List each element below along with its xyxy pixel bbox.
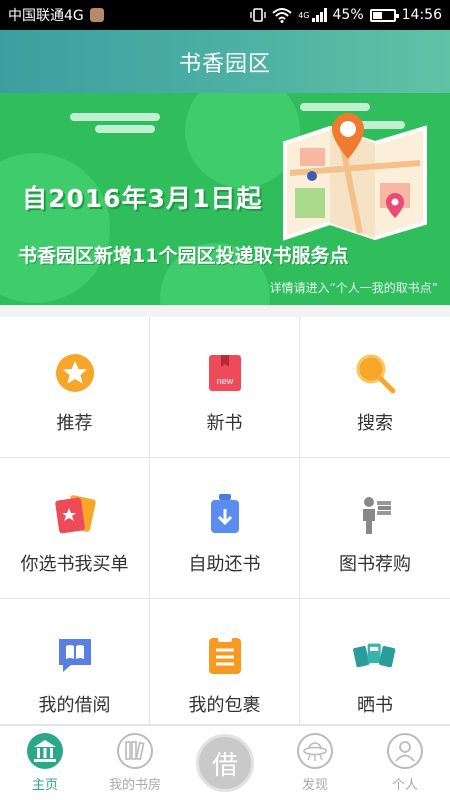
- return-box-icon: [203, 492, 247, 536]
- grid-label: 图书荐购: [339, 554, 411, 575]
- grid-item-self-return[interactable]: 自助还书: [150, 458, 300, 599]
- ufo-icon: [296, 732, 334, 770]
- borrow-button[interactable]: 借: [196, 734, 254, 792]
- grid-item-new-books[interactable]: new 新书: [150, 317, 300, 458]
- grid-label: 新书: [206, 413, 243, 434]
- banner-cloud: [95, 125, 155, 133]
- banner-cloud: [70, 113, 160, 121]
- grid-item-my-borrowing[interactable]: 我的借阅: [0, 599, 150, 725]
- grid-label: 你选书我买单: [20, 554, 129, 575]
- grid-item-recommend[interactable]: 推荐: [0, 317, 150, 458]
- banner-subheadline: 书香园区新增11个园区投递取书服务点: [18, 245, 349, 267]
- status-right: 4G 45% 14:56: [250, 7, 442, 23]
- grid-item-share-books[interactable]: 晒书: [300, 599, 450, 725]
- svg-text:new: new: [216, 376, 233, 386]
- grid-label: 我的包裹: [188, 695, 261, 716]
- tab-my-bookroom[interactable]: 我的书房: [90, 732, 180, 793]
- promo-banner[interactable]: 自2016年3月1日起 书香园区新增11个园区投递取书服务点 详情请进入“个人一…: [0, 93, 450, 305]
- title-bar: 书香园区: [0, 30, 450, 93]
- search-icon: [353, 351, 397, 395]
- page-title: 书香园区: [178, 51, 271, 77]
- book-card-icon: [53, 492, 97, 536]
- sim-icon: [89, 8, 104, 22]
- grid-item-my-package[interactable]: 我的包裹: [150, 599, 300, 725]
- status-left: 中国联通4G: [8, 5, 104, 25]
- tab-label: 发现: [301, 778, 328, 793]
- grid-item-book-purchase-request[interactable]: 图书荐购: [300, 458, 450, 599]
- tab-profile[interactable]: 个人: [360, 732, 450, 793]
- vibrate-icon: [250, 8, 266, 22]
- clock: 14:56: [401, 7, 442, 23]
- star-icon: [53, 351, 97, 395]
- user-icon: [386, 732, 424, 770]
- grid-label: 推荐: [56, 413, 93, 434]
- battery-icon: [369, 8, 399, 22]
- home-icon: [26, 732, 64, 770]
- person-books-icon: [353, 492, 397, 536]
- status-bar: 中国联通4G 4G 45% 14:56: [0, 0, 450, 30]
- feature-grid: 推荐 new 新书 搜索 你选书我买单 自助还书 图书荐购 我的借阅 我的包裹 …: [0, 317, 450, 725]
- wifi-icon: [272, 8, 292, 23]
- tab-home[interactable]: 主页: [0, 732, 90, 793]
- grid-label: 搜索: [357, 413, 393, 434]
- grid-label: 晒书: [357, 695, 393, 716]
- tab-label: 主页: [31, 778, 58, 793]
- banner-cloud: [300, 103, 370, 111]
- map-icon: [283, 113, 427, 241]
- clipboard-icon: [203, 633, 247, 677]
- tab-discover[interactable]: 发现: [270, 732, 360, 793]
- tab-label: 个人: [391, 778, 418, 793]
- new-book-icon: new: [203, 351, 247, 395]
- tab-label: 我的书房: [108, 778, 161, 793]
- battery-fill: [372, 11, 382, 19]
- borrow-label: 借: [211, 750, 238, 781]
- grid-item-search[interactable]: 搜索: [300, 317, 450, 458]
- bottom-tab-bar: 主页 我的书房 借 发现 个人: [0, 725, 450, 800]
- banner-note: 详情请进入“个人一我的取书点”: [269, 281, 438, 295]
- network-text: 4G: [298, 11, 310, 20]
- battery-percent: 45%: [332, 7, 364, 23]
- grid-item-you-pick-we-buy[interactable]: 你选书我买单: [0, 458, 150, 599]
- banner-bubble: [0, 153, 110, 303]
- grid-label: 我的借阅: [38, 695, 111, 716]
- grid-label: 自助还书: [188, 554, 261, 575]
- book-chat-icon: [53, 633, 97, 677]
- carrier-text: 中国联通4G: [8, 8, 84, 24]
- signal-icon: [311, 8, 327, 22]
- share-books-icon: [353, 633, 397, 677]
- bookshelf-icon: [116, 732, 154, 770]
- banner-headline: 自2016年3月1日起: [22, 184, 263, 213]
